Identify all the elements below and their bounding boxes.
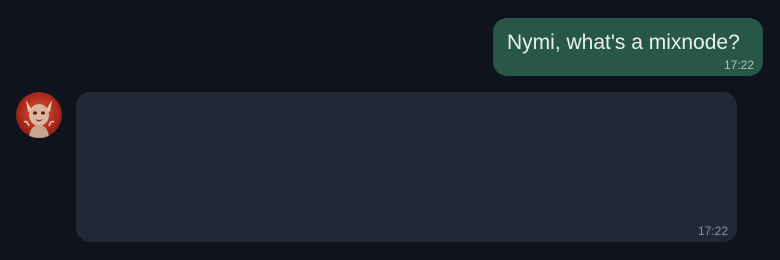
- user-message-bubble: Nymi, what's a mixnode? 17:22: [493, 18, 763, 76]
- chat-window: Nymi, what's a mixnode? 17:22 17:22: [0, 0, 780, 260]
- creature-avatar-icon: [16, 92, 62, 138]
- assistant-avatar[interactable]: [16, 92, 62, 138]
- user-message-time: 17:22: [723, 58, 754, 72]
- assistant-message-time: 17:22: [697, 224, 728, 238]
- assistant-message-bubble: 17:22: [76, 92, 737, 242]
- user-message-text: Nymi, what's a mixnode?: [507, 31, 740, 54]
